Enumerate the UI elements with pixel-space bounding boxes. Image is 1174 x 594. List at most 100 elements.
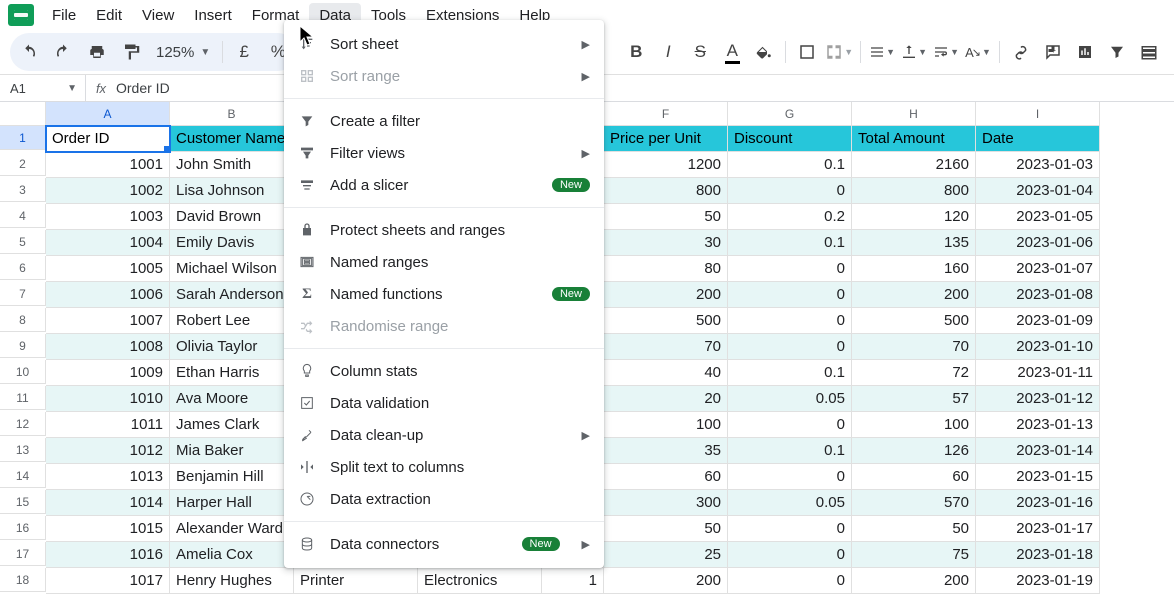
cell-A2[interactable]: 1001 bbox=[46, 152, 170, 178]
menu-insert[interactable]: Insert bbox=[184, 3, 242, 28]
cell-H18[interactable]: 200 bbox=[852, 568, 976, 594]
fill-color-button[interactable] bbox=[749, 35, 779, 69]
cell-G18[interactable]: 0 bbox=[728, 568, 852, 594]
col-header-B[interactable]: B bbox=[170, 102, 294, 126]
cell-A16[interactable]: 1015 bbox=[46, 516, 170, 542]
cell-A18[interactable]: 1017 bbox=[46, 568, 170, 594]
cell-B3[interactable]: Lisa Johnson bbox=[170, 178, 294, 204]
cell-A4[interactable]: 1003 bbox=[46, 204, 170, 230]
cell-I4[interactable]: 2023-01-05 bbox=[976, 204, 1100, 230]
cell-F16[interactable]: 50 bbox=[604, 516, 728, 542]
cell-I16[interactable]: 2023-01-17 bbox=[976, 516, 1100, 542]
cell-A6[interactable]: 1005 bbox=[46, 256, 170, 282]
cell-B8[interactable]: Robert Lee bbox=[170, 308, 294, 334]
menu-create-filter[interactable]: Create a filter bbox=[284, 105, 604, 137]
filter-button[interactable] bbox=[1102, 35, 1132, 69]
cell-G3[interactable]: 0 bbox=[728, 178, 852, 204]
menu-protect-sheets[interactable]: Protect sheets and ranges bbox=[284, 214, 604, 246]
cell-I18[interactable]: 2023-01-19 bbox=[976, 568, 1100, 594]
cell-H1[interactable]: Total Amount bbox=[852, 126, 976, 152]
cell-B9[interactable]: Olivia Taylor bbox=[170, 334, 294, 360]
cell-A12[interactable]: 1011 bbox=[46, 412, 170, 438]
cell-B2[interactable]: John Smith bbox=[170, 152, 294, 178]
borders-button[interactable] bbox=[792, 35, 822, 69]
cell-G13[interactable]: 0.1 bbox=[728, 438, 852, 464]
menu-data-connectors[interactable]: Data connectors New ▶ bbox=[284, 528, 604, 560]
menu-sort-sheet[interactable]: Sort sheet ▶ bbox=[284, 28, 604, 60]
menu-data-cleanup[interactable]: Data clean-up ▶ bbox=[284, 419, 604, 451]
bold-button[interactable]: B bbox=[621, 35, 651, 69]
merge-cells-button[interactable]: ▼ bbox=[824, 35, 854, 69]
menu-file[interactable]: File bbox=[42, 3, 86, 28]
cell-I7[interactable]: 2023-01-08 bbox=[976, 282, 1100, 308]
cell-I13[interactable]: 2023-01-14 bbox=[976, 438, 1100, 464]
cell-G5[interactable]: 0.1 bbox=[728, 230, 852, 256]
row-header-10[interactable]: 10 bbox=[0, 360, 46, 384]
print-button[interactable] bbox=[80, 35, 114, 69]
select-all-corner[interactable] bbox=[0, 102, 46, 126]
cell-G8[interactable]: 0 bbox=[728, 308, 852, 334]
cell-A8[interactable]: 1007 bbox=[46, 308, 170, 334]
cell-I6[interactable]: 2023-01-07 bbox=[976, 256, 1100, 282]
vertical-align-button[interactable]: ▼ bbox=[899, 35, 929, 69]
cell-I12[interactable]: 2023-01-13 bbox=[976, 412, 1100, 438]
row-header-6[interactable]: 6 bbox=[0, 256, 46, 280]
cell-F3[interactable]: 800 bbox=[604, 178, 728, 204]
paint-format-button[interactable] bbox=[114, 35, 148, 69]
row-header-14[interactable]: 14 bbox=[0, 464, 46, 488]
row-header-3[interactable]: 3 bbox=[0, 178, 46, 202]
cell-F1[interactable]: Price per Unit bbox=[604, 126, 728, 152]
cell-H13[interactable]: 126 bbox=[852, 438, 976, 464]
cell-G7[interactable]: 0 bbox=[728, 282, 852, 308]
cell-B12[interactable]: James Clark bbox=[170, 412, 294, 438]
cell-H8[interactable]: 500 bbox=[852, 308, 976, 334]
row-header-2[interactable]: 2 bbox=[0, 152, 46, 176]
horizontal-align-button[interactable]: ▼ bbox=[867, 35, 897, 69]
row-header-13[interactable]: 13 bbox=[0, 438, 46, 462]
row-header-18[interactable]: 18 bbox=[0, 568, 46, 592]
cell-H3[interactable]: 800 bbox=[852, 178, 976, 204]
formula-input[interactable]: Order ID bbox=[116, 80, 170, 96]
cell-A5[interactable]: 1004 bbox=[46, 230, 170, 256]
cell-B4[interactable]: David Brown bbox=[170, 204, 294, 230]
menu-view[interactable]: View bbox=[132, 3, 184, 28]
row-header-12[interactable]: 12 bbox=[0, 412, 46, 436]
cell-G15[interactable]: 0.05 bbox=[728, 490, 852, 516]
cell-G4[interactable]: 0.2 bbox=[728, 204, 852, 230]
cell-F11[interactable]: 20 bbox=[604, 386, 728, 412]
cell-H15[interactable]: 570 bbox=[852, 490, 976, 516]
row-header-4[interactable]: 4 bbox=[0, 204, 46, 228]
cell-A3[interactable]: 1002 bbox=[46, 178, 170, 204]
cell-I5[interactable]: 2023-01-06 bbox=[976, 230, 1100, 256]
cell-I2[interactable]: 2023-01-03 bbox=[976, 152, 1100, 178]
cell-G16[interactable]: 0 bbox=[728, 516, 852, 542]
cell-I14[interactable]: 2023-01-15 bbox=[976, 464, 1100, 490]
cell-F17[interactable]: 25 bbox=[604, 542, 728, 568]
cell-A17[interactable]: 1016 bbox=[46, 542, 170, 568]
cell-F4[interactable]: 50 bbox=[604, 204, 728, 230]
cell-A7[interactable]: 1006 bbox=[46, 282, 170, 308]
cell-F14[interactable]: 60 bbox=[604, 464, 728, 490]
cell-D18[interactable]: Electronics bbox=[418, 568, 542, 594]
row-header-7[interactable]: 7 bbox=[0, 282, 46, 306]
cell-F2[interactable]: 1200 bbox=[604, 152, 728, 178]
cell-A15[interactable]: 1014 bbox=[46, 490, 170, 516]
cell-G17[interactable]: 0 bbox=[728, 542, 852, 568]
cell-B17[interactable]: Amelia Cox bbox=[170, 542, 294, 568]
col-header-I[interactable]: I bbox=[976, 102, 1100, 126]
row-header-1[interactable]: 1 bbox=[0, 126, 46, 150]
cell-B11[interactable]: Ava Moore bbox=[170, 386, 294, 412]
cell-B16[interactable]: Alexander Ward bbox=[170, 516, 294, 542]
cell-I17[interactable]: 2023-01-18 bbox=[976, 542, 1100, 568]
cell-G2[interactable]: 0.1 bbox=[728, 152, 852, 178]
cell-G1[interactable]: Discount bbox=[728, 126, 852, 152]
cell-I8[interactable]: 2023-01-09 bbox=[976, 308, 1100, 334]
menu-edit[interactable]: Edit bbox=[86, 3, 132, 28]
zoom-select[interactable]: 125%▼ bbox=[148, 44, 218, 61]
cell-H10[interactable]: 72 bbox=[852, 360, 976, 386]
text-wrap-button[interactable]: ▼ bbox=[931, 35, 961, 69]
cell-H6[interactable]: 160 bbox=[852, 256, 976, 282]
cell-A10[interactable]: 1009 bbox=[46, 360, 170, 386]
cell-F7[interactable]: 200 bbox=[604, 282, 728, 308]
cell-C18[interactable]: Printer bbox=[294, 568, 418, 594]
